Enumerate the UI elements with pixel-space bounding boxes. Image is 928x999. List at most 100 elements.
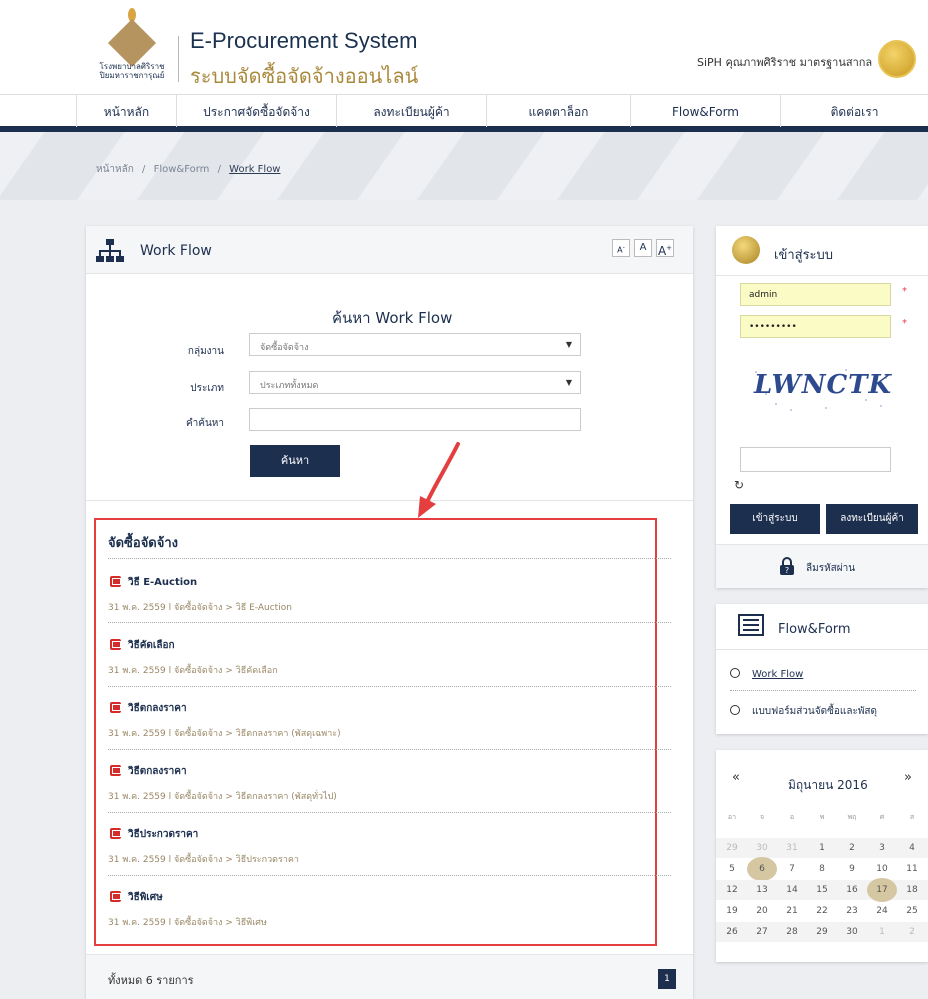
password-field[interactable]: •••••••••	[740, 315, 891, 338]
calendar-day[interactable]: 29	[720, 838, 744, 858]
chevron-down-icon: ▼	[565, 378, 572, 387]
flow-form-link-label[interactable]: Work Flow	[752, 669, 803, 680]
calendar-day[interactable]: 8	[810, 859, 834, 879]
pdf-icon	[110, 639, 121, 650]
breadcrumb-current[interactable]: Work Flow	[229, 164, 280, 175]
calendar-day[interactable]: 27	[750, 922, 774, 942]
login-panel: เข้าสู่ระบบ admin * ••••••••• * LWNCTK ↻…	[716, 226, 928, 588]
calendar-day[interactable]: 21	[780, 901, 804, 921]
keyword-input[interactable]	[249, 408, 581, 431]
calendar-day[interactable]: 20	[750, 901, 774, 921]
calendar-day[interactable]: 2	[840, 838, 864, 858]
calendar-day[interactable]: 17	[867, 878, 897, 902]
calendar-prev-button[interactable]: «	[732, 770, 740, 785]
login-button[interactable]: เข้าสู่ระบบ	[730, 504, 820, 534]
flow-form-link-forms[interactable]: แบบฟอร์มส่วนจัดซื้อและพัสดุ	[730, 704, 877, 719]
forgot-password-link[interactable]: ลืมรหัสผ่าน	[806, 561, 855, 576]
calendar-day[interactable]: 13	[750, 880, 774, 900]
calendar-day[interactable]: 1	[810, 838, 834, 858]
login-header: เข้าสู่ระบบ	[716, 226, 928, 276]
pdf-icon	[110, 702, 121, 713]
banner-decoration	[548, 132, 692, 200]
quality-seal-icon	[878, 40, 916, 78]
result-item-meta: 31 พ.ค. 2559 l จัดซื้อจัดจ้าง > วิธีคัดเ…	[108, 666, 278, 676]
nav-item-contact[interactable]: ติดต่อเรา	[780, 95, 928, 127]
captcha-input[interactable]	[740, 447, 891, 472]
calendar-day[interactable]: 7	[780, 859, 804, 879]
calendar-day[interactable]: 10	[870, 859, 894, 879]
calendar-day[interactable]: 22	[810, 901, 834, 921]
calendar-day[interactable]: 11	[900, 859, 924, 879]
calendar-day[interactable]: 14	[780, 880, 804, 900]
calendar-day[interactable]: 23	[840, 901, 864, 921]
flow-form-link-workflow[interactable]: Work Flow	[730, 668, 803, 680]
calendar-day[interactable]: 6	[747, 857, 777, 881]
calendar-day[interactable]: 3	[870, 838, 894, 858]
calendar-day[interactable]: 18	[900, 880, 924, 900]
calendar-day[interactable]: 19	[720, 901, 744, 921]
nav-item-vendor-register[interactable]: ลงทะเบียนผู้ค้า	[336, 95, 486, 127]
list-icon	[738, 614, 764, 636]
font-size-normal-button[interactable]: A	[634, 239, 652, 257]
group-select-value: จัดซื้อจัดจ้าง	[260, 343, 309, 353]
flow-form-header: Flow&Form	[716, 604, 928, 650]
breadcrumb-home[interactable]: หน้าหลัก	[96, 164, 134, 175]
svg-text:?: ?	[785, 566, 789, 575]
calendar-day[interactable]: 25	[900, 901, 924, 921]
calendar-day[interactable]: 26	[720, 922, 744, 942]
font-size-small-button[interactable]: A-	[612, 239, 630, 257]
calendar-day[interactable]: 30	[840, 922, 864, 942]
refresh-icon[interactable]: ↻	[734, 478, 744, 492]
nav-item-flow-form[interactable]: Flow&Form	[630, 95, 780, 127]
calendar-day[interactable]: 12	[720, 880, 744, 900]
calendar-day[interactable]: 5	[720, 859, 744, 879]
group-select[interactable]: จัดซื้อจัดจ้าง ▼	[249, 333, 581, 356]
breadcrumb-flow-form[interactable]: Flow&Form	[154, 164, 210, 175]
result-item-title[interactable]: วิธี E-Auction	[128, 575, 197, 590]
site-title-th: ระบบจัดซื้อจัดจ้างออนไลน์	[190, 64, 419, 88]
username-field[interactable]: admin	[740, 283, 891, 306]
calendar-day[interactable]: 1	[870, 922, 894, 942]
calendar-day[interactable]: 24	[870, 901, 894, 921]
site-header: โรงพยาบาลศิริราช ปิยมหาราชการุณย์ E-Proc…	[0, 0, 928, 94]
pagination-page-1[interactable]: 1	[658, 969, 676, 989]
chevron-down-icon: ▼	[565, 340, 572, 349]
calendar-weekday: อ	[789, 813, 795, 821]
login-title: เข้าสู่ระบบ	[774, 248, 834, 263]
result-item-title[interactable]: วิธีตกลงราคา	[128, 701, 187, 716]
hospital-logo[interactable]: โรงพยาบาลศิริราช ปิยมหาราชการุณย์	[82, 8, 182, 80]
search-button[interactable]: ค้นหา	[250, 445, 340, 477]
result-item-title[interactable]: วิธีตกลงราคา	[128, 764, 187, 779]
flow-form-link-label[interactable]: แบบฟอร์มส่วนจัดซื้อและพัสดุ	[752, 706, 877, 717]
pdf-icon	[110, 891, 121, 902]
result-item-meta: 31 พ.ค. 2559 l จัดซื้อจัดจ้าง > วิธี E-A…	[108, 603, 292, 613]
register-button[interactable]: ลงทะเบียนผู้ค้า	[826, 504, 918, 534]
panel-title: Work Flow	[140, 243, 212, 259]
calendar-day[interactable]: 29	[810, 922, 834, 942]
calendar-day[interactable]: 16	[840, 880, 864, 900]
type-select-value: ประเภททั้งหมด	[260, 381, 319, 391]
nav-item-announcements[interactable]: ประกาศจัดซื้อจัดจ้าง	[176, 95, 336, 127]
calendar-day[interactable]: 30	[750, 838, 774, 858]
result-item-meta: 31 พ.ค. 2559 l จัดซื้อจัดจ้าง > วิธีพิเศ…	[108, 918, 267, 928]
calendar-day[interactable]: 31	[780, 838, 804, 858]
key-icon	[732, 236, 760, 264]
result-item-title[interactable]: วิธีคัดเลือก	[128, 638, 175, 653]
calendar-day[interactable]: 15	[810, 880, 834, 900]
calendar-day[interactable]: 28	[780, 922, 804, 942]
result-item-meta: 31 พ.ค. 2559 l จัดซื้อจัดจ้าง > วิธีตกลง…	[108, 729, 341, 739]
type-select[interactable]: ประเภททั้งหมด ▼	[249, 371, 581, 394]
nav-item-catalog[interactable]: แคตตาล็อก	[486, 95, 630, 127]
calendar-day[interactable]: 2	[900, 922, 924, 942]
forgot-password-bar[interactable]: ? ลืมรหัสผ่าน	[716, 544, 928, 588]
flow-form-panel: Flow&Form Work Flow แบบฟอร์มส่วนจัดซื้อแ…	[716, 604, 928, 734]
calendar-day[interactable]: 9	[840, 859, 864, 879]
nav-item-home[interactable]: หน้าหลัก	[76, 95, 176, 127]
font-size-large-button[interactable]: A+	[656, 239, 674, 258]
result-item-title[interactable]: วิธีพิเศษ	[128, 890, 163, 905]
calendar-day[interactable]: 4	[900, 838, 924, 858]
result-item-title[interactable]: วิธีประกวดราคา	[128, 827, 198, 842]
calendar-next-button[interactable]: »	[904, 770, 912, 785]
results-section-title: จัดซื้อจัดจ้าง	[108, 536, 179, 551]
workflow-panel: Work Flow A- A A+ ค้นหา Work Flow กลุ่มง…	[86, 226, 693, 999]
